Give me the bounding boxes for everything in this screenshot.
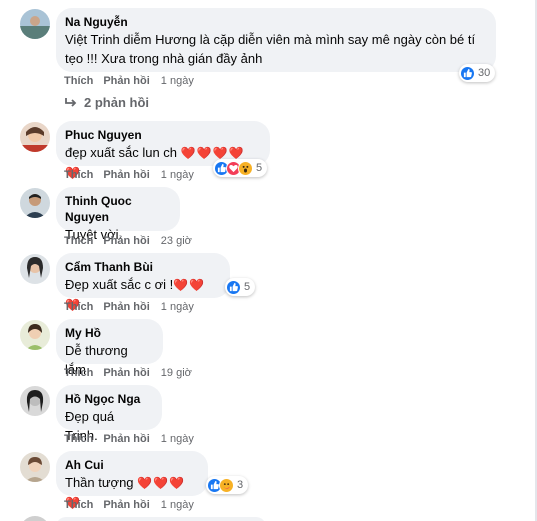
reply-button[interactable]: Phản hồi: [103, 432, 149, 446]
view-replies-link[interactable]: 2 phản hồi: [64, 95, 149, 110]
comment-time[interactable]: 1 ngày: [161, 74, 194, 88]
comment-bubble: Hồ Ngọc Nga Đẹp quá Trinh.: [56, 385, 162, 443]
like-button[interactable]: Thích: [64, 168, 93, 182]
comment-author[interactable]: Thinh Quoc Nguyen: [65, 193, 168, 225]
reaction-summary[interactable]: 3: [206, 476, 249, 494]
comment-bubble: Na Nguyễn Việt Trinh diễm Hương là cặp d…: [56, 8, 496, 72]
like-button[interactable]: Thích: [64, 432, 93, 446]
comment-author[interactable]: Cẩm Thanh Bùi: [65, 259, 218, 275]
comment-actions: Thích Phản hồi 23 giờ: [64, 234, 192, 248]
avatar[interactable]: [20, 452, 50, 482]
comment-actions: Thích Phản hồi 1 ngày: [64, 74, 194, 88]
comment-actions: Thích Phản hồi 1 ngày: [64, 300, 194, 314]
reply-arrow-icon: [64, 97, 77, 109]
avatar[interactable]: [20, 320, 50, 350]
reply-button[interactable]: Phản hồi: [103, 366, 149, 380]
reply-button[interactable]: Phản hồi: [103, 300, 149, 314]
like-button[interactable]: Thích: [64, 234, 93, 248]
reply-button[interactable]: Phản hồi: [103, 168, 149, 182]
reaction-count: 5: [256, 162, 263, 174]
reply-button[interactable]: Phản hồi: [103, 74, 149, 88]
reaction-count: 30: [478, 67, 491, 79]
care-icon: [219, 477, 234, 493]
avatar[interactable]: [20, 516, 50, 521]
comment-author[interactable]: Ah Cui: [65, 457, 196, 473]
like-button[interactable]: Thích: [64, 300, 93, 314]
comment-author[interactable]: Hồ Ngọc Nga: [65, 391, 150, 407]
comment-time[interactable]: 1 ngày: [161, 432, 194, 446]
like-icon: [460, 65, 475, 81]
avatar[interactable]: [20, 254, 50, 284]
reply-button[interactable]: Phản hồi: [103, 498, 149, 512]
reaction-summary[interactable]: 30: [459, 64, 496, 82]
comment-actions: Thích Phản hồi 19 giờ: [64, 366, 192, 380]
comment-author[interactable]: My Hồ: [65, 325, 151, 341]
comment-author[interactable]: Na Nguyễn: [65, 14, 484, 30]
comment-time[interactable]: 19 giờ: [161, 366, 192, 380]
comment-time[interactable]: 1 ngày: [161, 498, 194, 512]
comment-actions: Thích Phản hồi 1 ngày: [64, 168, 194, 182]
like-button[interactable]: Thích: [64, 498, 93, 512]
like-button[interactable]: Thích: [64, 366, 93, 380]
comment-bubble: [56, 517, 266, 521]
reply-button[interactable]: Phản hồi: [103, 234, 149, 248]
comment-author[interactable]: Phuc Nguyen: [65, 127, 258, 143]
comment-bubble: My Hồ Dễ thương lắm: [56, 319, 163, 377]
reaction-summary[interactable]: 5: [213, 159, 268, 177]
comment-time[interactable]: 1 ngày: [161, 168, 194, 182]
reaction-summary[interactable]: 5: [225, 278, 256, 296]
comment-bubble: Ah Cui Thần tượng ❤️❤️❤️❤️: [56, 451, 208, 510]
like-button[interactable]: Thích: [64, 74, 93, 88]
comment-time[interactable]: 1 ngày: [161, 300, 194, 314]
avatar[interactable]: [20, 386, 50, 416]
comment-bubble: Thinh Quoc Nguyen Tuyệt vời.: [56, 187, 180, 242]
comment-time[interactable]: 23 giờ: [161, 234, 192, 248]
avatar[interactable]: [20, 9, 50, 39]
replies-count-label: 2 phản hồi: [84, 95, 149, 110]
comment-actions: Thích Phản hồi 1 ngày: [64, 432, 194, 446]
reaction-count: 5: [244, 281, 251, 293]
like-icon: [226, 279, 241, 295]
avatar[interactable]: [20, 188, 50, 218]
avatar[interactable]: [20, 122, 50, 152]
comment-actions: Thích Phản hồi 1 ngày: [64, 498, 194, 512]
wow-icon: [238, 160, 253, 176]
reaction-count: 3: [237, 479, 244, 491]
comment-bubble: Cẩm Thanh Bùi Đẹp xuất sắc c ơi !❤️❤️❤️: [56, 253, 230, 312]
comment-text: Việt Trinh diễm Hương là cặp diễn viên m…: [65, 32, 476, 66]
